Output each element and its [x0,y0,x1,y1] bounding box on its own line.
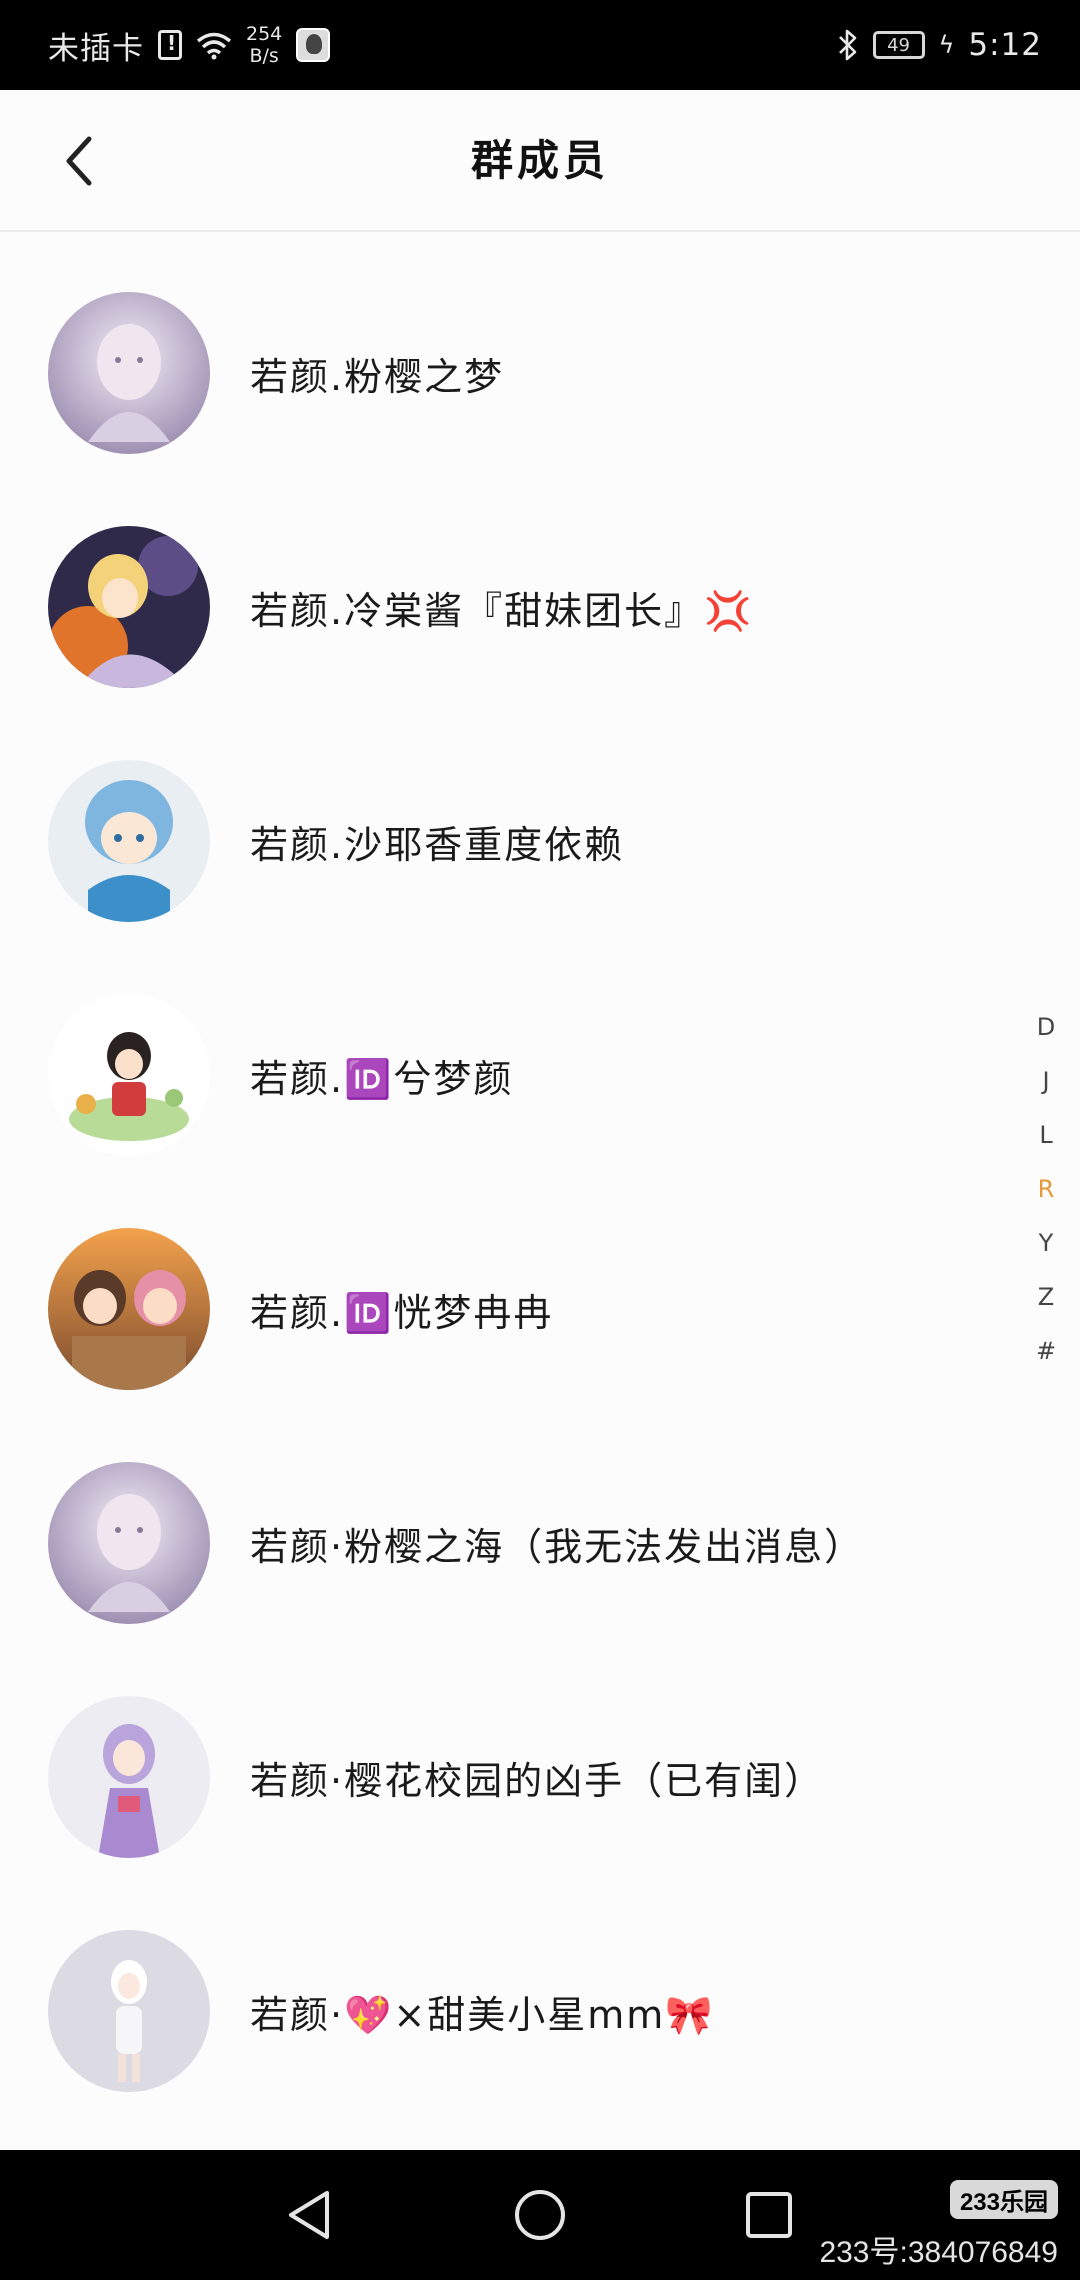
member-row[interactable]: 若颜.沙耶香重度依赖 [0,724,1000,958]
member-row[interactable]: 若颜·💖×甜美小星mm🎀 [0,1894,1000,2128]
battery-level: 49 [887,34,910,56]
member-row[interactable]: 若颜.🆔兮梦颜 [0,958,1000,1192]
member-avatar [48,1930,210,2092]
member-name: 若颜·樱花校园的凶手（已有闺） [250,1758,825,1803]
member-name: 若颜.沙耶香重度依赖 [250,822,625,867]
circle-home-icon [515,2190,565,2240]
status-bar: 未插卡 254 B/s 49 ϟ 5:12 [0,0,1080,90]
nav-back-button[interactable] [276,2182,342,2248]
member-row[interactable]: 若颜.冷棠酱『甜妹团长』💢 [0,490,1000,724]
square-recents-icon [746,2192,792,2238]
status-right: 49 ϟ 5:12 [837,0,1042,90]
index-letter-hash[interactable]: # [1024,1324,1068,1378]
network-speed-unit: B/s [249,45,279,67]
member-avatar [48,292,210,454]
wifi-icon [196,32,232,60]
network-speed: 254 B/s [246,23,282,67]
index-letter-r[interactable]: R [1024,1162,1068,1216]
triangle-back-icon [289,2191,329,2239]
member-avatar [48,1696,210,1858]
member-row[interactable]: 若颜.粉樱之梦 [0,256,1000,490]
member-row[interactable]: 若颜·樱花校园的凶手（已有闺） [0,1660,1000,1894]
nav-recents-button[interactable] [736,2182,802,2248]
member-row[interactable]: 若颜·粉樱之海（我无法发出消息） [0,1426,1000,1660]
navigation-bar: 233乐园 233号:384076849 [0,2150,1080,2280]
status-left: 未插卡 254 B/s [48,0,331,90]
bluetooth-icon [838,29,856,61]
member-avatar [48,526,210,688]
member-name: 若颜.粉樱之梦 [250,354,505,399]
member-name: 若颜.🆔恍梦冉冉 [250,1290,554,1335]
index-letter-z[interactable]: Z [1024,1270,1068,1324]
member-name: 若颜·粉樱之海（我无法发出消息） [250,1524,865,1569]
watermark-logo: 233乐园 [949,2180,1058,2219]
member-name: 若颜.🆔兮梦颜 [250,1056,514,1101]
clock: 5:12 [968,27,1042,63]
watermark: 233乐园 233号:384076849 [819,2180,1058,2271]
carrier-label: 未插卡 [48,30,144,67]
member-avatar [48,1228,210,1390]
member-name: 若颜.冷棠酱『甜妹团长』💢 [250,588,754,633]
index-letter-l[interactable]: L [1024,1108,1068,1162]
member-avatar [48,760,210,922]
member-name: 若颜·💖×甜美小星mm🎀 [250,1992,715,2037]
nav-home-button[interactable] [507,2182,573,2248]
index-letter-y[interactable]: Y [1024,1216,1068,1270]
watermark-id: 233号:384076849 [819,2236,1058,2269]
sim-alert-icon [158,30,182,60]
battery-icon: 49 [872,31,925,59]
index-letter-j[interactable]: J [1024,1054,1068,1108]
index-letter-d[interactable]: D [1024,1000,1068,1054]
member-avatar [48,1462,210,1624]
charging-icon: ϟ [938,31,955,59]
member-row[interactable]: 若颜.🆔恍梦冉冉 [0,1192,1000,1426]
member-avatar [48,994,210,1156]
page-title: 群成员 [470,136,609,185]
notification-avatar-icon [296,28,331,62]
title-bar: 群成员 [0,90,1080,232]
network-speed-value: 254 [246,23,283,45]
alphabet-index[interactable]: D J L R Y Z # [1024,1000,1068,1378]
member-list[interactable]: 若颜.粉樱之梦 若颜.冷棠酱『甜妹团长』💢 若颜.沙耶香重度依赖 若颜.🆔兮梦颜… [0,232,1080,2150]
